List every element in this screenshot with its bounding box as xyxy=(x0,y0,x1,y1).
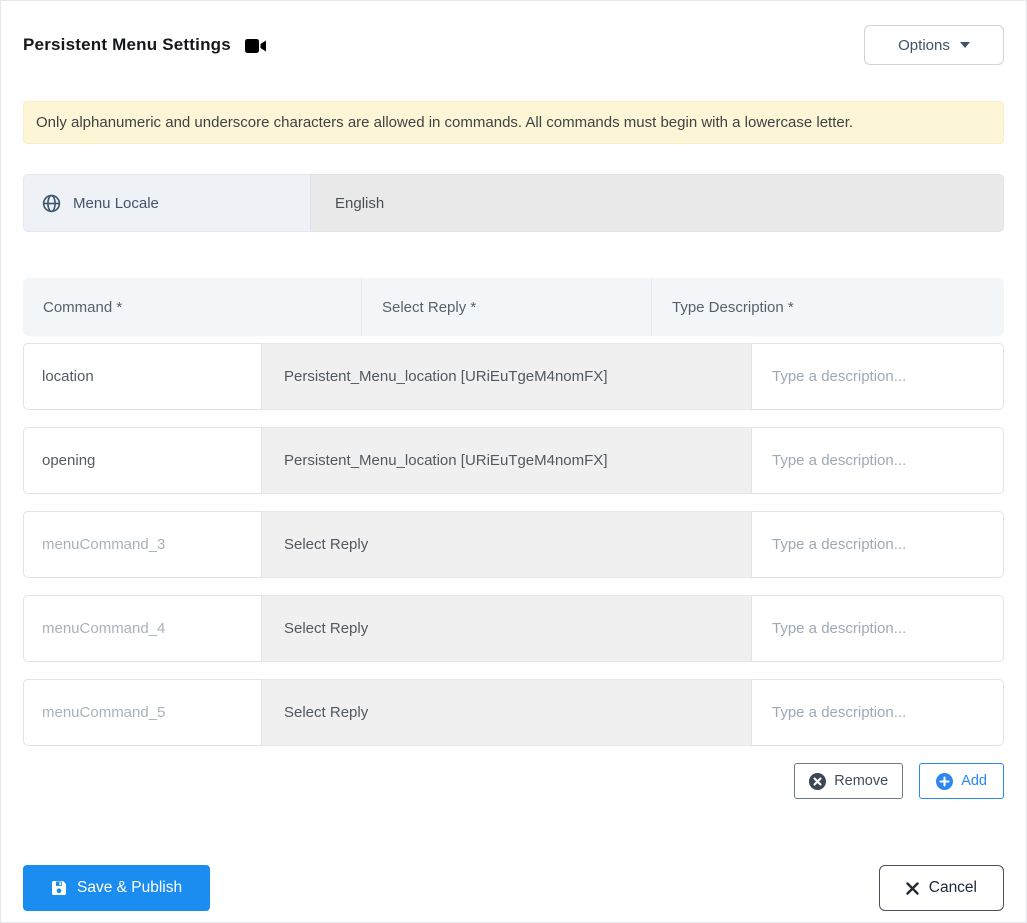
add-button[interactable]: Add xyxy=(919,763,1004,799)
persistent-menu-settings-panel: Persistent Menu Settings Options Only al… xyxy=(0,0,1027,923)
cancel-button[interactable]: Cancel xyxy=(878,865,1004,911)
add-button-label: Add xyxy=(961,773,987,789)
menu-locale-value[interactable] xyxy=(311,174,1004,232)
floppy-disk-icon xyxy=(51,880,67,896)
select-reply-field[interactable]: Persistent_Menu_location [URiEuTgeM4nomF… xyxy=(262,343,751,410)
video-camera-icon xyxy=(244,38,267,54)
command-input[interactable] xyxy=(23,427,262,494)
caret-down-icon xyxy=(959,42,970,48)
select-reply-field[interactable]: Select Reply xyxy=(262,511,751,578)
command-input[interactable] xyxy=(23,679,262,746)
command-input[interactable] xyxy=(23,595,262,662)
cancel-button-label: Cancel xyxy=(928,879,977,896)
globe-icon xyxy=(42,194,61,213)
remove-button[interactable]: Remove xyxy=(794,763,904,799)
page-title: Persistent Menu Settings xyxy=(23,35,231,54)
description-input[interactable] xyxy=(751,511,1004,578)
column-header-command: Command * xyxy=(23,278,362,336)
menu-locale-group: Menu Locale xyxy=(23,174,1004,232)
x-icon xyxy=(906,881,919,895)
description-input[interactable] xyxy=(751,343,1004,410)
command-row-5: Select Reply xyxy=(23,679,1004,746)
command-row-3: Select Reply xyxy=(23,511,1004,578)
select-reply-field[interactable]: Select Reply xyxy=(262,679,751,746)
panel-header: Persistent Menu Settings Options xyxy=(23,25,1004,65)
command-row-4: Select Reply xyxy=(23,595,1004,662)
circle-plus-icon xyxy=(936,772,954,790)
description-input[interactable] xyxy=(751,427,1004,494)
remove-button-label: Remove xyxy=(834,773,889,789)
column-header-type-description: Type Description * xyxy=(672,298,794,316)
command-row-1: Persistent_Menu_location [URiEuTgeM4nomF… xyxy=(23,343,1004,410)
table-header: Command * Select Reply * Type Descriptio… xyxy=(23,278,1004,336)
options-button[interactable]: Options xyxy=(864,25,1004,65)
circle-x-icon xyxy=(809,772,827,790)
select-reply-field[interactable]: Select Reply xyxy=(262,595,751,662)
row-actions: Remove Add xyxy=(23,763,1004,799)
menu-locale-label: Menu Locale xyxy=(23,174,311,232)
description-input[interactable] xyxy=(751,595,1004,662)
save-publish-button[interactable]: Save & Publish xyxy=(23,865,211,911)
command-row-2: Persistent_Menu_location [URiEuTgeM4nomF… xyxy=(23,427,1004,494)
options-button-label: Options xyxy=(898,36,950,54)
save-publish-button-label: Save & Publish xyxy=(77,879,183,896)
command-input[interactable] xyxy=(23,511,262,578)
command-input[interactable] xyxy=(23,343,262,410)
command-rules-alert: Only alphanumeric and underscore charact… xyxy=(23,101,1004,144)
description-input[interactable] xyxy=(751,679,1004,746)
select-reply-field[interactable]: Persistent_Menu_location [URiEuTgeM4nomF… xyxy=(262,427,751,494)
menu-locale-label-text: Menu Locale xyxy=(73,194,159,212)
panel-footer: Save & Publish Cancel xyxy=(23,865,1004,911)
column-header-select-reply: Select Reply * xyxy=(362,278,652,336)
